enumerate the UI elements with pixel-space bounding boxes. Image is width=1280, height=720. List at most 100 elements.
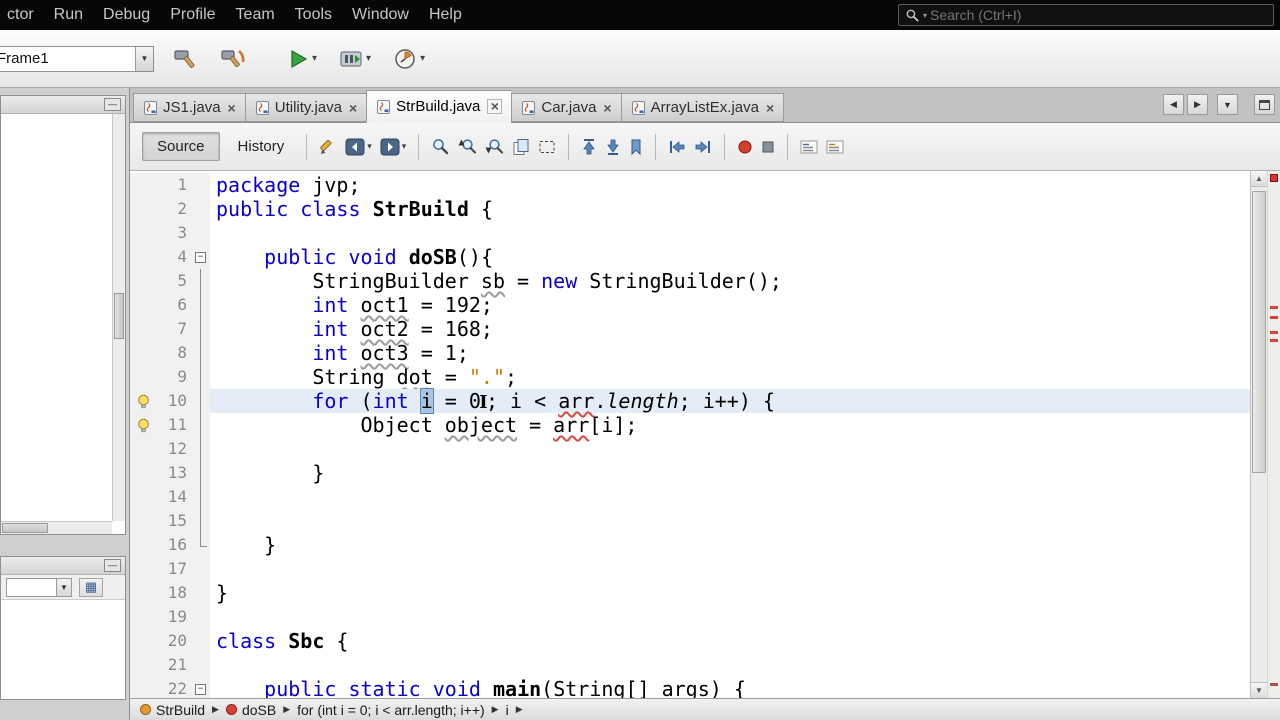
line-number[interactable]: 1 [156, 173, 192, 197]
next-bookmark-icon[interactable] [605, 133, 621, 161]
scroll-tabs-right-icon[interactable]: ▶ [1187, 94, 1208, 115]
line-number[interactable]: 7 [156, 317, 192, 341]
find-next-occurrence-icon[interactable] [485, 133, 504, 161]
line-number[interactable]: 10 [156, 389, 192, 413]
error-mark[interactable] [1270, 316, 1278, 319]
find-selection-icon[interactable] [431, 133, 450, 161]
code-text[interactable] [210, 437, 1250, 461]
code-text[interactable]: int oct3 = 1; [210, 341, 1250, 365]
code-text[interactable]: for (int i = 0I; i < arr.length; i++) { [210, 389, 1250, 413]
tab-arraylistex-java[interactable]: ArrayListEx.java× [621, 93, 785, 122]
source-view-button[interactable]: Source [142, 132, 220, 161]
start-macro-recording-icon[interactable] [737, 133, 753, 161]
breadcrumb-item-strbuild[interactable]: StrBuild [140, 702, 205, 718]
shift-line-right-icon[interactable] [694, 133, 712, 161]
quick-search[interactable]: ▾ [898, 4, 1274, 26]
grid-view-icon[interactable]: ▦ [79, 578, 103, 597]
maximize-window-icon[interactable] [1254, 94, 1275, 115]
left-panel-top-header[interactable]: — [1, 96, 125, 114]
menu-item-ctor[interactable]: ctor [0, 1, 44, 29]
tab-js1-java[interactable]: JS1.java× [133, 93, 245, 122]
tab-close-icon[interactable]: × [766, 101, 774, 115]
menu-item-help[interactable]: Help [419, 1, 472, 29]
find-previous-occurrence-icon[interactable] [458, 133, 477, 161]
code-text[interactable]: StringBuilder sb = new StringBuilder(); [210, 269, 1250, 293]
fold-collapse-icon[interactable]: − [195, 252, 206, 263]
code-text[interactable]: package jvp; [210, 173, 1250, 197]
menu-item-run[interactable]: Run [44, 1, 93, 29]
toggle-bookmark-icon[interactable] [629, 133, 643, 161]
scrollbar-thumb[interactable] [1252, 191, 1266, 473]
combo-dropdown-icon[interactable]: ▼ [56, 579, 71, 596]
toggle-rectangular-selection-icon[interactable] [538, 133, 556, 161]
menu-item-profile[interactable]: Profile [160, 1, 225, 29]
code-text[interactable]: public void doSB(){ [210, 245, 1250, 269]
code-text[interactable] [210, 557, 1250, 581]
line-number[interactable]: 22 [156, 677, 192, 698]
quick-search-input[interactable] [930, 7, 1267, 23]
back-icon-dropdown[interactable]: ▾ [367, 141, 372, 152]
minimize-icon[interactable]: — [104, 98, 121, 111]
code-text[interactable]: } [210, 533, 1250, 557]
scroll-up-icon[interactable]: ▲ [1251, 171, 1267, 187]
code-text[interactable]: int oct1 = 192; [210, 293, 1250, 317]
code-text[interactable] [210, 509, 1250, 533]
profile-project-button-dropdown-icon[interactable]: ▾ [420, 53, 425, 64]
code-text[interactable]: int oct2 = 168; [210, 317, 1250, 341]
stop-macro-recording-icon[interactable] [761, 133, 775, 161]
breadcrumb-item-i[interactable]: i [506, 702, 509, 718]
tab-close-icon[interactable]: × [603, 101, 611, 115]
code-text[interactable] [210, 485, 1250, 509]
scroll-down-icon[interactable]: ▼ [1251, 682, 1267, 698]
line-number[interactable]: 9 [156, 365, 192, 389]
line-number[interactable]: 11 [156, 413, 192, 437]
toggle-highlight-search-icon[interactable] [512, 133, 530, 161]
line-number[interactable]: 19 [156, 605, 192, 629]
left-panel-vscrollbar[interactable] [112, 114, 125, 521]
line-number[interactable]: 13 [156, 461, 192, 485]
run-project-button-dropdown-icon[interactable]: ▾ [312, 53, 317, 64]
breadcrumb-item-for-int-i-0-i-arr-length-i[interactable]: for (int i = 0; i < arr.length; i++) [297, 702, 485, 718]
last-edit-icon[interactable] [319, 133, 337, 161]
forward-icon-dropdown[interactable]: ▾ [402, 141, 407, 152]
line-number[interactable]: 5 [156, 269, 192, 293]
scrollbar-thumb[interactable] [2, 523, 48, 533]
line-number[interactable]: 4 [156, 245, 192, 269]
error-mark[interactable] [1270, 683, 1278, 686]
debug-project-button-dropdown-icon[interactable]: ▾ [366, 53, 371, 64]
code-editor[interactable]: 1package jvp;2public class StrBuild {34−… [130, 171, 1250, 698]
menu-item-window[interactable]: Window [342, 1, 419, 29]
tab-list-icon[interactable]: ▼ [1217, 94, 1238, 115]
gutter-annotation[interactable] [130, 389, 156, 413]
code-text[interactable] [210, 653, 1250, 677]
code-text[interactable] [210, 605, 1250, 629]
combo-dropdown-icon[interactable]: ▼ [135, 47, 153, 71]
line-number[interactable]: 20 [156, 629, 192, 653]
error-mark[interactable] [1270, 331, 1278, 334]
history-view-button[interactable]: History [224, 133, 299, 160]
fold-collapse-icon[interactable]: − [195, 684, 206, 695]
profile-project-button[interactable]: ▾ [390, 44, 428, 74]
menu-item-tools[interactable]: Tools [285, 1, 342, 29]
line-number[interactable]: 6 [156, 293, 192, 317]
line-number[interactable]: 15 [156, 509, 192, 533]
menu-item-debug[interactable]: Debug [93, 1, 160, 29]
scroll-tabs-left-icon[interactable]: ◀ [1163, 94, 1184, 115]
gutter-annotation[interactable] [130, 413, 156, 437]
error-status-icon[interactable] [1270, 174, 1278, 182]
breadcrumb-item-dosb[interactable]: doSB [226, 702, 276, 718]
line-number[interactable]: 17 [156, 557, 192, 581]
line-number[interactable]: 18 [156, 581, 192, 605]
tab-close-icon[interactable]: × [228, 101, 236, 115]
debug-project-button[interactable]: ▾ [336, 44, 374, 74]
error-mark[interactable] [1270, 339, 1278, 342]
search-scope-dropdown-icon[interactable]: ▾ [923, 11, 927, 20]
shift-line-left-icon[interactable] [668, 133, 686, 161]
run-configuration-combo[interactable]: Frame1 ▼ [0, 46, 154, 72]
back-icon[interactable]: ▾ [345, 133, 372, 161]
editor-scrollbar[interactable]: ▲ ▼ [1250, 171, 1267, 698]
comment-icon[interactable] [800, 133, 818, 161]
tab-strbuild-java[interactable]: StrBuild.java× [366, 90, 511, 123]
tab-close-icon[interactable]: × [487, 99, 502, 114]
line-number[interactable]: 12 [156, 437, 192, 461]
